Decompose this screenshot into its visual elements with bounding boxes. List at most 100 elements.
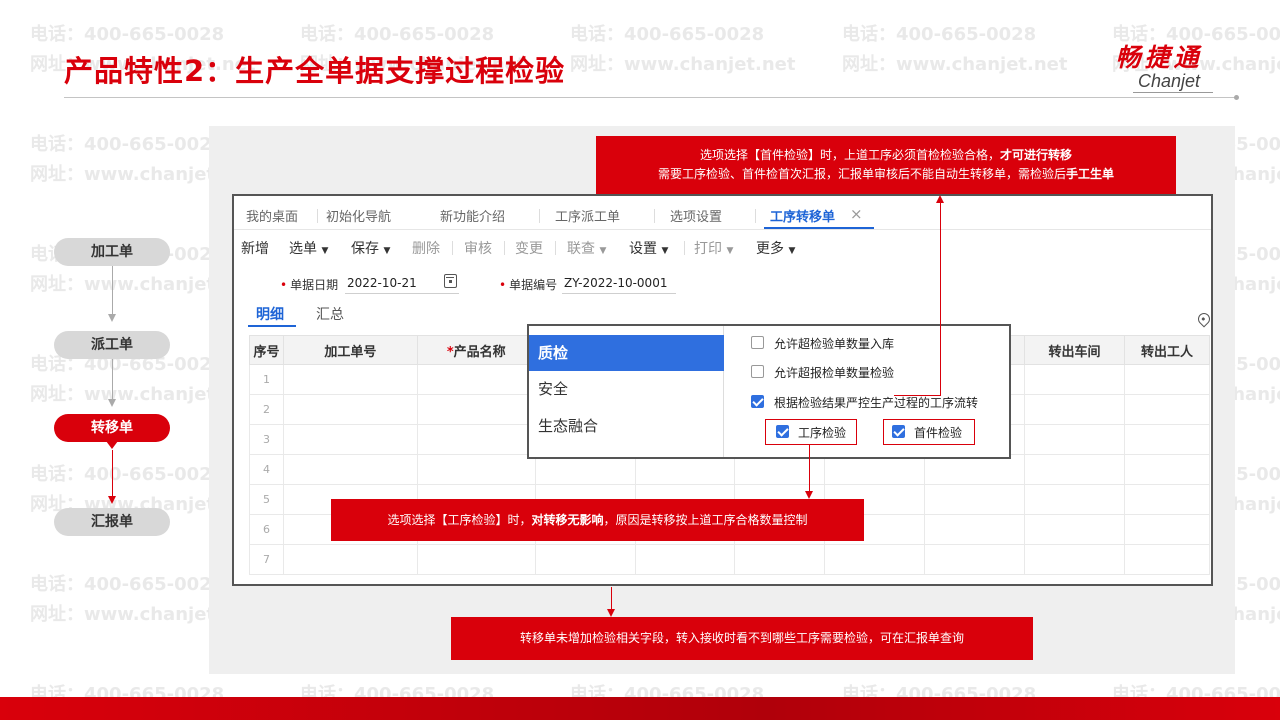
chevron-down-icon: ▼ — [599, 246, 607, 256]
row-number: 5 — [249, 484, 284, 515]
print-button[interactable]: 打印 ▼ — [694, 238, 733, 258]
option-label: 工序检验 — [798, 426, 847, 440]
table-cell[interactable] — [1024, 484, 1125, 515]
table-cell[interactable] — [1123, 484, 1211, 515]
callout-arrow-icon — [936, 195, 944, 203]
logo-underline — [1133, 92, 1213, 93]
table-cell[interactable] — [1024, 394, 1125, 425]
tab-separator — [539, 209, 540, 223]
watermark-phone: 电话：400-665-0028 — [300, 24, 495, 45]
table-cell[interactable] — [1123, 544, 1211, 575]
overflow-stock-checkbox[interactable] — [751, 336, 764, 349]
table-cell[interactable] — [1024, 514, 1125, 545]
query-button[interactable]: 联查 ▼ — [567, 238, 606, 258]
table-cell[interactable] — [1123, 424, 1211, 455]
chevron-down-icon: ▼ — [321, 246, 329, 256]
strict-control-checkbox[interactable] — [751, 395, 764, 408]
table-cell[interactable] — [282, 394, 418, 425]
row-number: 4 — [249, 454, 284, 485]
table-cell[interactable] — [282, 364, 418, 395]
table-cell[interactable] — [634, 454, 736, 485]
select-button[interactable]: 选单 ▼ — [289, 238, 328, 258]
table-cell[interactable] — [1123, 364, 1211, 395]
table-cell[interactable] — [416, 394, 536, 425]
menu-item-safety[interactable]: 安全 — [529, 371, 724, 407]
table-cell[interactable] — [824, 454, 926, 485]
new-button[interactable]: 新增 — [241, 238, 269, 258]
table-cell[interactable] — [1123, 514, 1211, 545]
subtab-indicator — [248, 325, 296, 327]
table-cell[interactable] — [924, 544, 1026, 575]
table-cell[interactable] — [824, 544, 926, 575]
tab-my-desktop[interactable]: 我的桌面 — [246, 206, 298, 225]
first-article-checkbox[interactable] — [892, 425, 905, 438]
toolbar-separator — [555, 241, 556, 255]
date-field-underline — [345, 293, 459, 294]
table-cell[interactable] — [1024, 544, 1125, 575]
close-icon[interactable]: × — [850, 205, 863, 223]
toolbar-separator — [504, 241, 505, 255]
callout-transfer-fields: 转移单未增加检验相关字段，转入接收时看不到哪些工序需要检验，可在汇报单查询 — [451, 617, 1033, 660]
table-cell[interactable] — [1024, 454, 1125, 485]
table-cell[interactable] — [534, 544, 636, 575]
callout-connector — [894, 395, 941, 396]
tab-detail[interactable]: 明细 — [256, 304, 284, 324]
location-pin-icon[interactable] — [1195, 310, 1211, 328]
change-button[interactable]: 变更 — [515, 238, 543, 258]
table-cell[interactable] — [282, 424, 418, 455]
chanjet-logo: 畅捷通 Chanjet — [1093, 38, 1225, 93]
watermark-phone: 电话：400-665-0028 — [570, 24, 765, 45]
delete-button[interactable]: 删除 — [412, 238, 440, 258]
table-header: 转出工人 — [1123, 335, 1211, 365]
menu-item-quality[interactable]: 质检 — [529, 335, 724, 371]
option-label: 首件检验 — [914, 426, 963, 440]
tab-new-features[interactable]: 新功能介绍 — [440, 206, 505, 225]
watermark-phone: 电话：400-665-0028 — [30, 24, 225, 45]
process-flow: 加工单 派工单 转移单 汇报单 — [54, 238, 172, 538]
flow-connector — [112, 359, 113, 399]
save-button[interactable]: 保存 ▼ — [351, 238, 390, 258]
tab-init-guide[interactable]: 初始化导航 — [326, 206, 391, 225]
table-cell[interactable] — [282, 454, 418, 485]
table-cell[interactable] — [924, 454, 1026, 485]
flow-arrow-icon — [108, 496, 116, 504]
settings-button[interactable]: 设置 ▼ — [629, 238, 668, 258]
table-row[interactable]: 7 — [249, 544, 1211, 575]
table-cell[interactable] — [416, 424, 536, 455]
menu-item-ecosystem[interactable]: 生态融合 — [529, 408, 724, 444]
table-cell[interactable] — [634, 544, 736, 575]
tab-summary[interactable]: 汇总 — [316, 304, 344, 324]
option-label: 允许超报检单数量检验 — [774, 366, 895, 380]
table-cell[interactable] — [416, 544, 536, 575]
row-number: 6 — [249, 514, 284, 545]
table-cell[interactable] — [534, 454, 636, 485]
table-cell[interactable] — [416, 454, 536, 485]
table-cell[interactable] — [1024, 424, 1125, 455]
tab-dispatch-order[interactable]: 工序派工单 — [555, 206, 620, 225]
audit-button[interactable]: 审核 — [464, 238, 492, 258]
table-cell[interactable] — [1024, 364, 1125, 395]
table-cell[interactable] — [416, 364, 536, 395]
footer-bar — [0, 697, 1280, 720]
table-cell[interactable] — [1123, 454, 1211, 485]
table-cell[interactable] — [1123, 394, 1211, 425]
calendar-icon[interactable] — [444, 274, 457, 288]
watermark-phone: 电话：400-665-0028 — [30, 134, 225, 155]
overflow-inspect-checkbox[interactable] — [751, 365, 764, 378]
table-row[interactable]: 4 — [249, 454, 1211, 485]
table-cell[interactable] — [734, 544, 826, 575]
process-inspection-checkbox[interactable] — [776, 425, 789, 438]
tab-transfer-order[interactable]: 工序转移单 — [770, 206, 835, 225]
date-field[interactable]: 2022-10-21 — [347, 276, 417, 290]
code-label: • 单据编号 — [499, 278, 558, 292]
table-cell[interactable] — [734, 454, 826, 485]
code-field[interactable]: ZY-2022-10-0001 — [564, 276, 667, 290]
table-header: 序号 — [249, 335, 284, 365]
table-cell[interactable] — [282, 544, 418, 575]
table-cell[interactable] — [924, 514, 1026, 545]
option-label: 根据检验结果严控生产过程的工序流转 — [774, 396, 979, 410]
tab-option-settings[interactable]: 选项设置 — [670, 206, 722, 225]
table-cell[interactable] — [924, 484, 1026, 515]
more-button[interactable]: 更多 ▼ — [756, 238, 795, 258]
callout-arrow-icon — [805, 491, 813, 499]
